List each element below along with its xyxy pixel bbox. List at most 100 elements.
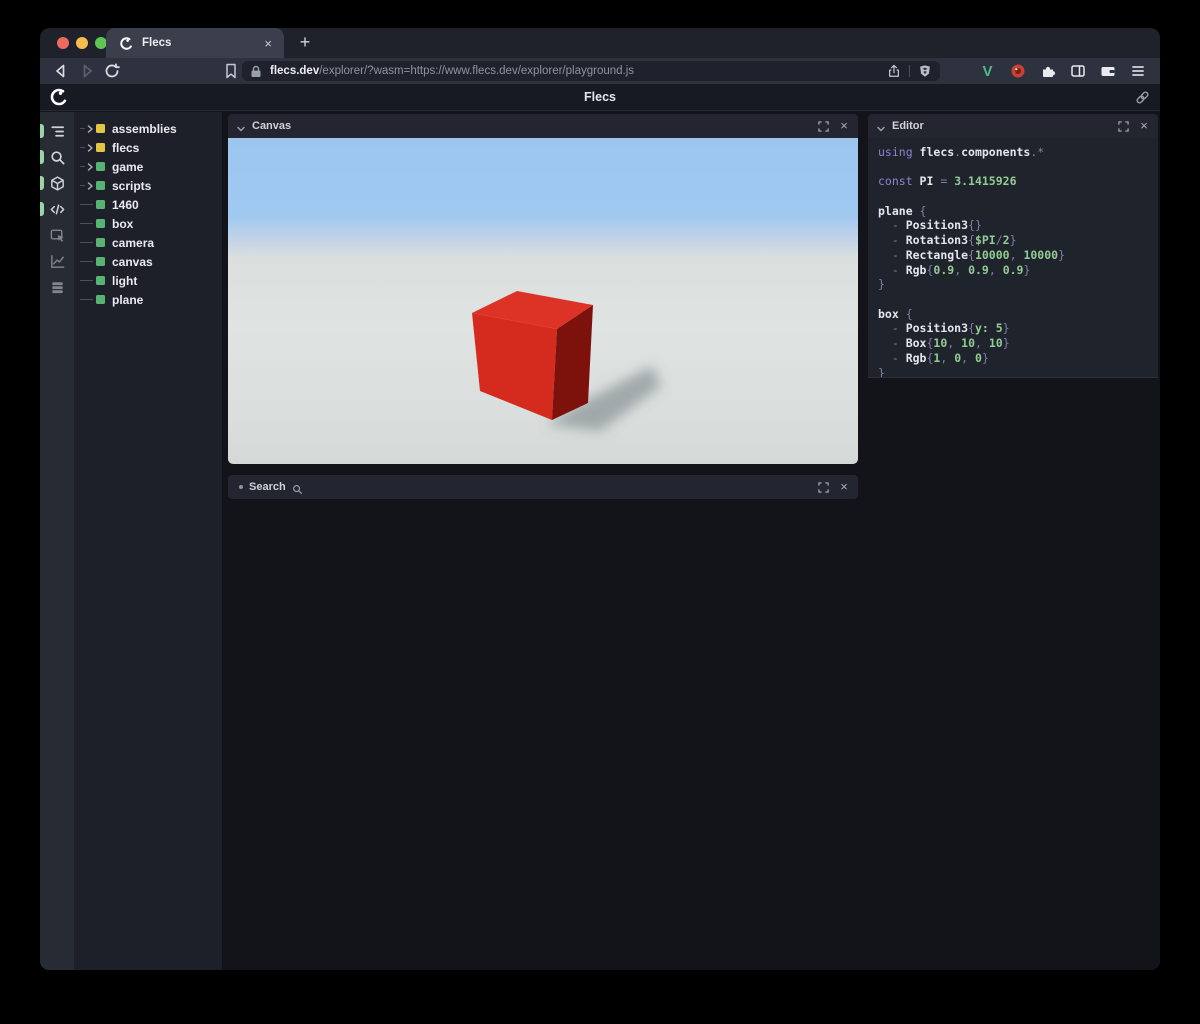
chevron-down-icon[interactable] [236,121,246,131]
tree-item-game[interactable]: game [74,157,222,176]
url-host: flecs.dev [270,65,319,77]
tree-item-label: 1460 [112,198,139,212]
url-path: /explorer/?wasm=https://www.flecs.dev/ex… [319,65,634,77]
vue-devtools-icon[interactable]: V [979,63,996,80]
collapsed-indicator-icon[interactable] [239,485,243,489]
cube-front-face [472,313,557,420]
entity-square-icon [96,143,105,152]
close-window-button[interactable] [57,37,69,49]
browser-toolbar: flecs.dev/explorer/?wasm=https://www.fle… [40,58,1160,84]
code-line [878,189,1158,204]
close-panel-icon[interactable]: × [838,481,850,493]
tree-item-label: scripts [112,179,151,193]
tab-title: Flecs [142,37,262,49]
code-line: - Rgb{0.9, 0.9, 0.9} [878,263,1158,278]
browser-tab[interactable]: Flecs × [106,28,284,58]
sidebar-toggle-icon[interactable] [1069,63,1086,80]
nav-stats-icon[interactable] [40,248,74,274]
entity-square-icon [96,124,105,133]
nav-code-icon[interactable] [40,196,74,222]
new-tab-button[interactable]: + [292,30,318,56]
entity-square-icon [96,257,105,266]
entity-square-icon [96,238,105,247]
nav-inspector-icon[interactable] [40,222,74,248]
expand-chevron-icon[interactable] [80,144,96,152]
code-line: - Position3{y: 5} [878,321,1158,336]
share-link-icon[interactable] [1135,90,1150,105]
minimize-window-button[interactable] [76,37,88,49]
tree-item-box[interactable]: box [74,214,222,233]
search-panel-header[interactable]: Search × [228,475,858,499]
browser-window: Flecs × + flecs.dev/explorer/?wasm=https… [40,28,1160,970]
url-text: flecs.dev/explorer/?wasm=https://www.fle… [270,65,887,77]
entity-tree-panel: assemblies flecs game scripts 1460 box camera c… [74,112,222,970]
editor-panel-header[interactable]: Editor × [868,114,1158,138]
entity-square-icon [96,181,105,190]
leaf-dash-icon [80,261,96,262]
active-indicator [40,124,44,138]
tree-item-camera[interactable]: camera [74,233,222,252]
tree-item-label: box [112,217,133,231]
code-editor[interactable]: using flecs.components.*const PI = 3.141… [868,138,1158,378]
tree-item-label: assemblies [112,122,177,136]
tree-item-light[interactable]: light [74,271,222,290]
main-area: Canvas × [222,112,1160,970]
nav-tables-icon[interactable] [40,274,74,300]
code-line: - Position3{} [878,218,1158,233]
tree-item-scripts[interactable]: scripts [74,176,222,195]
canvas-panel-header[interactable]: Canvas × [228,114,858,138]
nav-search-icon[interactable] [40,144,74,170]
tree-item-label: game [112,160,143,174]
red-extension-icon[interactable] [1009,63,1026,80]
close-tab-icon[interactable]: × [262,36,274,51]
nav-icon-strip [40,112,74,970]
search-panel-title: Search [249,481,286,493]
expand-chevron-icon[interactable] [80,125,96,133]
entity-square-icon [96,162,105,171]
nav-entities-3d-icon[interactable] [40,170,74,196]
leaf-dash-icon [80,204,96,205]
editor-panel-title: Editor [892,120,924,132]
code-line: - Rgb{1, 0, 0} [878,351,1158,366]
menu-icon[interactable] [1129,63,1146,80]
leaf-dash-icon [80,280,96,281]
close-panel-icon[interactable]: × [838,120,850,132]
share-icon[interactable] [887,64,901,78]
tree-item-label: light [112,274,137,288]
bookmark-icon[interactable] [222,62,240,80]
code-line: - Rectangle{10000, 10000} [878,248,1158,263]
tree-item-plane[interactable]: plane [74,290,222,309]
flecs-favicon [119,36,134,51]
fullscreen-icon[interactable] [1117,120,1129,132]
expand-chevron-icon[interactable] [80,182,96,190]
chevron-down-icon[interactable] [876,121,886,131]
close-panel-icon[interactable]: × [1138,120,1150,132]
tree-item-flecs[interactable]: flecs [74,138,222,157]
brave-shield-icon[interactable] [918,64,932,78]
entity-square-icon [96,219,105,228]
active-indicator [40,202,44,216]
wallet-icon[interactable] [1099,63,1116,80]
expand-chevron-icon[interactable] [80,163,96,171]
code-line: - Box{10, 10, 10} [878,336,1158,351]
tree-item-label: flecs [112,141,139,155]
tree-item-1460[interactable]: 1460 [74,195,222,214]
app-title: Flecs [40,84,1160,111]
forward-icon[interactable] [78,62,96,80]
fullscreen-icon[interactable] [817,481,829,493]
tree-item-canvas[interactable]: canvas [74,252,222,271]
fullscreen-icon[interactable] [817,120,829,132]
extensions-puzzle-icon[interactable] [1039,63,1056,80]
search-icon [292,482,303,493]
canvas-3d-viewport[interactable] [228,138,858,464]
nav-tree-view-icon[interactable] [40,118,74,144]
tree-item-assemblies[interactable]: assemblies [74,119,222,138]
address-bar[interactable]: flecs.dev/explorer/?wasm=https://www.fle… [242,61,940,81]
extension-icons: V [979,61,1146,81]
reload-icon[interactable] [103,62,121,80]
code-line [878,292,1158,307]
tree-item-label: canvas [112,255,153,269]
back-icon[interactable] [52,62,70,80]
content-row: assemblies flecs game scripts 1460 box camera c… [40,112,1160,970]
code-line: const PI = 3.1415926 [878,174,1158,189]
